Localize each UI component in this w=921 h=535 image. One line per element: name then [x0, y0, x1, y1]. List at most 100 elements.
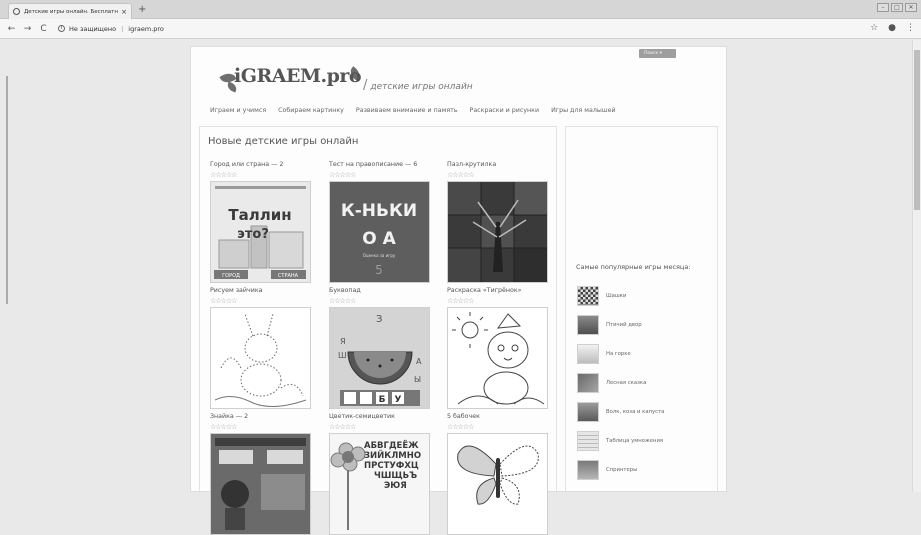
rating-stars: ☆☆☆☆☆ — [329, 423, 356, 431]
sidebar-panel: Самые популярные игры месяца: Шашки Птич… — [565, 126, 718, 493]
rating-stars: ☆☆☆☆☆ — [210, 423, 237, 431]
falling-letter: З — [376, 314, 382, 325]
popular-game-item[interactable]: Волк, коза и капуста — [577, 401, 717, 423]
game-title[interactable]: Знайка — 2 — [210, 413, 248, 420]
popular-game-item[interactable]: Лесная сказка — [577, 372, 717, 394]
game-thumbnail[interactable] — [210, 433, 311, 535]
window-controls: – □ ✕ — [877, 3, 917, 12]
falling-letter: А — [416, 357, 422, 366]
game-thumbnail[interactable]: К-НЬКИ О А Оценка за игру 5 — [329, 181, 430, 283]
game-thumbnail[interactable] — [577, 460, 599, 480]
site-logo[interactable]: iGRAEM.pro — [219, 61, 363, 95]
game-title[interactable]: Раскраска «Тигрёнок» — [447, 287, 522, 294]
popular-game-label[interactable]: Лесная сказка — [606, 380, 646, 386]
popular-game-item[interactable]: На горке — [577, 343, 717, 365]
alphabet-row: ЗИЙКЛМНО — [364, 449, 421, 461]
game-title[interactable]: Цветик-семицветик — [329, 413, 395, 420]
score-value: 5 — [375, 263, 383, 277]
popular-game-label[interactable]: Спринтеры — [606, 467, 637, 473]
game-title[interactable]: Рисуем зайчика — [210, 287, 262, 294]
falling-letter: Ы — [414, 375, 421, 384]
site-page: Поиск ▾ iGRAEM.pro / детские игры онлайн … — [190, 46, 727, 535]
game-thumbnail[interactable] — [577, 373, 599, 393]
popular-game-label[interactable]: Волк, коза и капуста — [606, 409, 664, 415]
menu-item-toddlers[interactable]: Игры для малышей — [551, 107, 616, 114]
menu-item-attention[interactable]: Развиваем внимание и память — [356, 107, 458, 114]
alphabet-row: АБВГДЕЁЖ — [364, 440, 419, 451]
url-text[interactable]: igraem.pro — [128, 25, 164, 33]
checkers-thumbnail[interactable] — [577, 286, 599, 306]
menu-item-puzzles[interactable]: Собираем картинку — [278, 107, 344, 114]
forward-icon[interactable]: → — [23, 24, 32, 34]
rating-stars: ☆☆☆☆☆ — [210, 171, 237, 179]
popular-game-item[interactable]: Птичий двор — [577, 314, 717, 336]
tab-title: Детские игры онлайн. Бесплатн... — [24, 8, 119, 15]
game-thumbnail[interactable] — [447, 307, 548, 409]
menu-item-learn[interactable]: Играем и учимся — [210, 107, 266, 114]
address-bar-row: ← → C i Не защищено | igraem.pro ☆ ● ⋮ — [0, 19, 921, 39]
score-caption: Оценка за игру — [363, 253, 396, 258]
game-thumbnail[interactable]: З Я Ш А Ы Б У — [329, 307, 430, 409]
scrollbar-thumb[interactable] — [914, 50, 920, 210]
popular-game-label[interactable]: Шашки — [606, 293, 626, 299]
alphabet-row: ПРСТУФХЦ — [364, 461, 419, 471]
game-word-2: это? — [237, 227, 269, 242]
game-title[interactable]: Пазл-крутилка — [447, 161, 496, 168]
popular-game-label[interactable]: Птичий двор — [606, 322, 642, 328]
popular-game-item[interactable]: Шашки — [577, 285, 717, 307]
game-thumbnail[interactable] — [577, 402, 599, 422]
browser-tools: ☆ ● ⋮ — [870, 23, 915, 33]
game-thumbnail[interactable] — [447, 433, 548, 535]
game-word-1: Таллин — [228, 206, 291, 224]
popular-game-label[interactable]: Таблица умножения — [606, 438, 663, 444]
main-menu: Играем и учимся Собираем картинку Развив… — [210, 107, 628, 114]
rating-stars: ☆☆☆☆☆ — [447, 171, 474, 179]
bookmark-star-icon[interactable]: ☆ — [870, 23, 878, 33]
rating-stars: ☆☆☆☆☆ — [447, 297, 474, 305]
game-title[interactable]: Тест на правописание — 6 — [329, 161, 417, 168]
menu-item-coloring[interactable]: Раскраски и рисунки — [470, 107, 540, 114]
tab-close-icon[interactable]: × — [121, 8, 127, 16]
game-thumbnail[interactable] — [577, 315, 599, 335]
game-thumbnail[interactable] — [210, 307, 311, 409]
popular-game-item[interactable]: Спринтеры — [577, 459, 717, 481]
game-thumbnail[interactable]: Таллин это? ГОРОД СТРАНА — [210, 181, 311, 283]
site-slogan: / детские игры онлайн — [363, 78, 473, 93]
game-title[interactable]: Город или страна — 2 — [210, 161, 283, 168]
game-thumbnail[interactable] — [447, 181, 548, 283]
site-favicon-icon — [13, 8, 20, 15]
account-icon[interactable]: ● — [888, 23, 896, 33]
browser-tab[interactable]: Детские игры онлайн. Бесплатн... × — [8, 3, 132, 19]
maximize-button[interactable]: □ — [891, 3, 903, 12]
alphabet-row: ЧШЩЬЪ — [374, 471, 417, 481]
game-thumbnail[interactable] — [577, 431, 599, 451]
security-status: Не защищено — [69, 24, 117, 33]
omnibox[interactable]: i Не защищено | igraem.pro — [58, 22, 164, 36]
close-window-button[interactable]: ✕ — [905, 3, 917, 12]
popular-game-item[interactable]: Таблица умножения — [577, 430, 717, 452]
game-thumbnail[interactable] — [577, 344, 599, 364]
back-icon[interactable]: ← — [7, 24, 16, 34]
popular-games-title: Самые популярные игры месяца: — [576, 263, 691, 271]
falling-letter: Я — [340, 337, 346, 346]
reload-icon[interactable]: C — [39, 24, 48, 34]
rating-stars: ☆☆☆☆☆ — [210, 297, 237, 305]
vertical-scrollbar[interactable] — [912, 40, 921, 492]
info-icon[interactable]: i — [58, 25, 65, 32]
game-thumbnail[interactable]: АБВГДЕЁЖ ЗИЙКЛМНО ПРСТУФХЦ ЧШЩЬЪ ЭЮЯ — [329, 433, 430, 535]
game-title[interactable]: 5 бабочек — [447, 413, 480, 420]
answer-letter: У — [395, 395, 402, 405]
rating-stars: ☆☆☆☆☆ — [447, 423, 474, 431]
popular-game-label[interactable]: На горке — [606, 351, 631, 357]
minimize-button[interactable]: – — [877, 3, 889, 12]
logo-text: iGRAEM.pro — [234, 65, 362, 87]
rating-stars: ☆☆☆☆☆ — [329, 297, 356, 305]
new-tab-button[interactable]: + — [138, 4, 146, 15]
word-puzzle: К-НЬКИ — [341, 201, 417, 221]
country-button: СТРАНА — [278, 273, 299, 279]
search-button[interactable]: Поиск ▾ — [639, 49, 676, 58]
alphabet-row: ЭЮЯ — [384, 481, 407, 491]
browser-menu-icon[interactable]: ⋮ — [906, 23, 915, 33]
game-title[interactable]: Буквопад — [329, 287, 361, 294]
new-games-title: Новые детские игры онлайн — [208, 136, 359, 147]
